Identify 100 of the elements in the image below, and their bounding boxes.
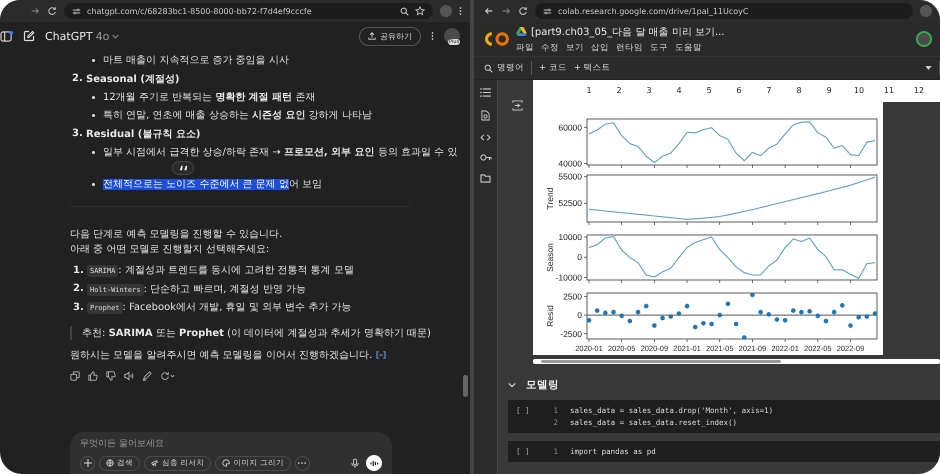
message-text: 아래 중 어떤 모델로 진행할지 선택해주세요:	[70, 243, 270, 257]
citation-icon[interactable]	[376, 350, 386, 358]
quote-button[interactable]	[172, 161, 194, 175]
axis-tick-label: 60000	[558, 122, 582, 132]
data-point	[594, 308, 600, 313]
regenerate-icon[interactable]	[160, 370, 175, 380]
list-number: 1.	[73, 264, 85, 276]
voice-mode-button[interactable]	[366, 455, 382, 471]
axis-tick-label: 0	[577, 252, 582, 262]
list-number: 3.	[72, 128, 84, 139]
data-point	[872, 311, 878, 316]
thumbs-up-icon[interactable]	[88, 370, 98, 380]
axis-tick-label: 7	[765, 85, 773, 97]
axis-tick-label: 10000	[558, 232, 582, 242]
data-point	[807, 309, 812, 314]
upload-icon	[368, 32, 376, 40]
menu-item[interactable]: 런타임	[616, 42, 643, 54]
microphone-icon	[350, 458, 358, 468]
axis-tick-label: 8	[795, 85, 803, 97]
menu-item[interactable]: 보기	[566, 42, 584, 54]
model-selector[interactable]: ChatGPT 4o	[45, 30, 120, 42]
table-of-contents-icon[interactable]	[480, 88, 491, 97]
data-point	[856, 315, 861, 320]
drive-icon[interactable]	[516, 27, 527, 36]
add-text-button[interactable]: + 텍스트	[574, 62, 611, 74]
more-icon[interactable]	[431, 31, 434, 41]
zoom-icon[interactable]	[400, 6, 409, 16]
axis-tick-label: 2500	[563, 291, 582, 302]
data-point	[774, 317, 780, 322]
address-bar[interactable]: chatgpt.com/c/68283bc1-8500-8000-bb72-f7d4ef9cccfe	[64, 3, 433, 19]
find-icon[interactable]	[481, 110, 490, 121]
data-point	[660, 316, 665, 320]
add-button[interactable]	[80, 456, 95, 470]
sidebar-icon[interactable]	[0, 30, 13, 42]
bullet-icon	[92, 114, 95, 116]
axis-label: Season	[545, 243, 555, 272]
code-icon[interactable]	[480, 134, 491, 141]
axis-tick-label: 2	[615, 85, 623, 97]
data-point	[628, 318, 632, 324]
horizontal-scrollbar[interactable]	[533, 359, 940, 364]
data-point	[676, 311, 682, 316]
thumbs-down-icon[interactable]	[106, 370, 116, 380]
back-icon[interactable]	[484, 6, 494, 16]
notebook-title[interactable]: [part9.ch03_05_다음 달 매출 미리 보기...	[531, 24, 724, 38]
search-icon	[484, 64, 493, 72]
bullet-icon	[92, 96, 95, 98]
axis-tick-label: 4	[675, 85, 683, 97]
chevron-down-icon[interactable]	[508, 381, 516, 389]
axis-label: Resid	[545, 305, 555, 327]
axis-tick-label: -2500	[560, 328, 582, 339]
bullet-text: 전체적으로는 노이즈 수준에서 큰 문제 없어 보임	[103, 178, 322, 191]
key-icon[interactable]	[480, 154, 492, 161]
new-chat-icon[interactable]	[23, 30, 35, 42]
telescope-icon	[151, 459, 159, 467]
message-text: 원하시는 모델을 알려주시면 예측 모델링을 이어서 진행하겠습니다.	[70, 348, 372, 362]
caret-icon[interactable]	[925, 66, 932, 70]
menu-item[interactable]: 도구	[650, 42, 668, 54]
menu-item[interactable]: 삽입	[591, 42, 609, 54]
data-point	[709, 322, 714, 326]
reload-icon[interactable]	[47, 6, 57, 16]
edit-icon[interactable]	[142, 370, 152, 380]
more-tools-button[interactable]	[294, 456, 310, 470]
add-code-button[interactable]: + 코드	[539, 62, 567, 74]
copy-icon[interactable]	[70, 370, 80, 380]
data-point	[636, 310, 640, 314]
data-point	[726, 302, 730, 306]
list-number: 3.	[73, 302, 85, 313]
forward-icon[interactable]	[501, 6, 511, 16]
output-icon[interactable]	[512, 100, 523, 111]
command-palette-button[interactable]: 명령어	[484, 62, 524, 74]
quote-icon	[178, 165, 188, 171]
data-point	[848, 323, 853, 328]
data-point	[766, 312, 772, 317]
scrollbar-thumb[interactable]	[463, 375, 468, 397]
more-icon[interactable]	[459, 6, 462, 16]
address-bar[interactable]: colab.research.google.com/drive/1pal_11UcoyC	[535, 3, 913, 19]
axis-tick-label: 9	[825, 85, 833, 97]
menu-item[interactable]: 수정	[541, 42, 559, 54]
data-point	[742, 335, 747, 340]
user-avatar[interactable]	[444, 28, 460, 44]
reload-icon[interactable]	[518, 6, 528, 16]
share-button[interactable]: 공유하기	[359, 26, 421, 46]
globe-icon	[106, 459, 114, 467]
site-settings-icon[interactable]	[72, 6, 81, 16]
star-icon[interactable]	[415, 6, 425, 16]
site-settings-icon[interactable]	[543, 6, 552, 16]
speaker-icon[interactable]	[124, 370, 134, 380]
folder-icon[interactable]	[480, 174, 491, 183]
forward-icon[interactable]	[30, 6, 40, 16]
bullet-text: 특히 연말, 연초에 매출 상승하는 시즌성 요인 강하게 나타남	[103, 109, 372, 122]
bullet-icon	[92, 150, 95, 154]
axis-tick-label: 10	[852, 85, 866, 97]
bullet-text: 12개월 주기로 반복되는 명확한 계절 패턴 존재	[103, 91, 316, 104]
url-text: colab.research.google.com/drive/1pal_11UcoyC	[558, 6, 748, 16]
menu-item[interactable]: 도움말	[675, 42, 702, 54]
data-point	[684, 304, 690, 308]
colab-logo[interactable]	[484, 31, 510, 47]
data-point	[717, 312, 722, 318]
menu-item[interactable]: 파일	[516, 42, 534, 54]
data-point	[668, 314, 674, 319]
